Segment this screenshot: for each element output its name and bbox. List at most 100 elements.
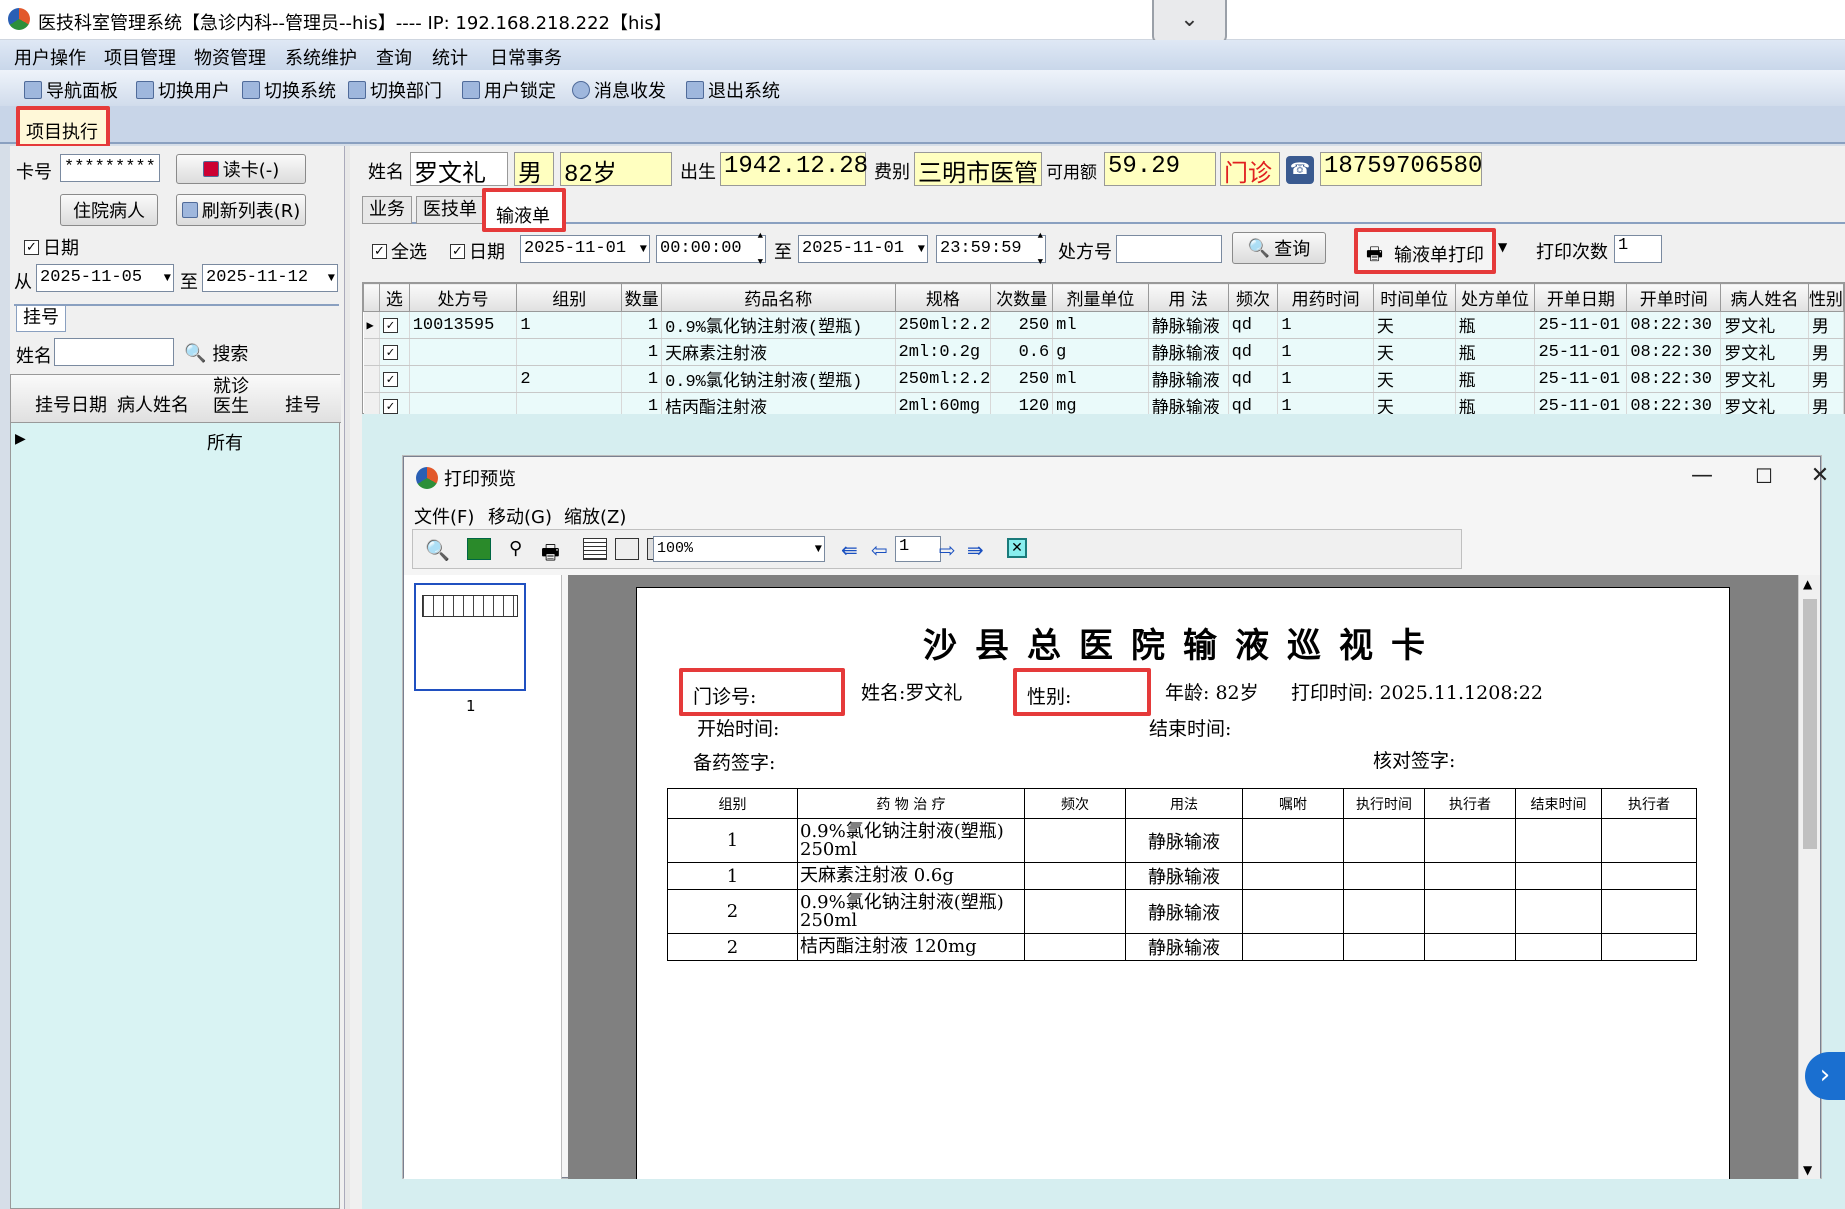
menu-system[interactable]: 系统维护 — [285, 44, 357, 70]
scroll-up-icon[interactable]: ▲ — [1803, 577, 1812, 591]
menu-stats[interactable]: 统计 — [432, 44, 468, 70]
col-group[interactable]: 组别 — [516, 283, 623, 312]
card-input[interactable]: ********* — [60, 154, 160, 182]
tab-infusion-orders[interactable]: 输液单 — [482, 188, 566, 232]
switch-dept-button[interactable]: 切换部门 — [348, 77, 442, 103]
cell: 0.9%氯化钠注射液(塑瓶) 250ml — [797, 818, 1025, 863]
print-count-input[interactable]: 1 — [1614, 235, 1662, 263]
filter-date-to[interactable]: 2025-11-01 ▼ — [798, 235, 928, 263]
col-order-time[interactable]: 开单时间 — [1626, 283, 1722, 312]
print-dropdown-icon[interactable]: ▼ — [1498, 240, 1507, 254]
col-doctor[interactable]: 就诊医生 — [207, 377, 255, 417]
scroll-down-icon[interactable]: ▼ — [1803, 1163, 1812, 1177]
exit-button[interactable]: 退出系统 — [686, 77, 780, 103]
preview-menu-zoom[interactable]: 缩放(Z) — [564, 503, 626, 529]
cell: 1 — [621, 311, 663, 339]
col-spec[interactable]: 规格 — [894, 283, 992, 312]
left-date-from[interactable]: 2025-11-05 ▼ — [36, 264, 174, 292]
nav-panel-button[interactable]: 导航面板 — [24, 77, 118, 103]
row-checkbox[interactable]: ✓ — [379, 365, 410, 393]
col-drug-name[interactable]: 药品名称 — [661, 283, 896, 312]
rx-no-input[interactable] — [1116, 235, 1222, 263]
side-expand-icon[interactable]: › — [1805, 1052, 1845, 1100]
filter-time-to[interactable]: 23:59:59 ▲ ▼ — [936, 231, 1046, 267]
col-reg-no[interactable]: 挂号 — [285, 391, 321, 417]
messages-button[interactable]: 消息收发 — [572, 77, 666, 103]
zoom-icon[interactable]: 🔍 — [425, 538, 450, 562]
left-date-checkbox[interactable]: ✓ 日期 — [24, 234, 79, 260]
col-dose-qty[interactable]: 次数量 — [990, 283, 1054, 312]
col-order-date[interactable]: 开单日期 — [1534, 283, 1628, 312]
menu-user-ops[interactable]: 用户操作 — [14, 44, 86, 70]
first-page-icon[interactable]: ⇚ — [841, 538, 865, 562]
col-rx-unit[interactable]: 处方单位 — [1454, 283, 1536, 312]
find-icon[interactable]: ⚲ — [509, 538, 533, 560]
cell: 2ml:0.2g — [895, 338, 992, 366]
last-page-icon[interactable]: ⇛ — [967, 538, 991, 562]
col-select[interactable]: 选 — [378, 283, 410, 312]
layout-icon[interactable] — [615, 538, 639, 560]
col-frequency[interactable]: 频次 — [1227, 283, 1279, 312]
page-thumbnail[interactable] — [414, 583, 526, 691]
col-patient-name[interactable]: 病人姓名 — [117, 391, 189, 417]
chevron-down-icon[interactable]: ⌄ — [1152, 0, 1227, 44]
col-usage[interactable]: 用 法 — [1147, 283, 1229, 312]
tab-registration[interactable]: 挂号 — [16, 306, 66, 332]
col-time-unit[interactable]: 时间单位 — [1372, 283, 1456, 312]
tab-project-exec[interactable]: 项目执行 — [16, 106, 110, 148]
infusion-print-button[interactable]: 🖶 输液单打印 — [1354, 228, 1496, 274]
col-reg-date[interactable]: 挂号日期 — [35, 391, 107, 417]
menu-daily[interactable]: 日常事务 — [490, 44, 562, 70]
row-checkbox[interactable]: ✓ — [379, 311, 410, 339]
switch-system-button[interactable]: 切换系统 — [242, 77, 336, 103]
col-gender[interactable]: 性别 — [1807, 283, 1845, 312]
row-all[interactable]: 所有 — [207, 429, 243, 455]
preview-menu-file[interactable]: 文件(F) — [414, 503, 474, 529]
menu-query[interactable]: 查询 — [376, 44, 412, 70]
maximize-button[interactable]: ☐ — [1734, 459, 1794, 495]
query-button[interactable]: 🔍 查询 — [1232, 232, 1326, 264]
doc-col-executor-2: 执行者 — [1601, 788, 1697, 819]
cell: 0.6 — [990, 338, 1054, 366]
read-card-button[interactable]: 读卡(-) — [176, 154, 306, 184]
cell: 天 — [1373, 338, 1456, 366]
refresh-list-button[interactable]: 刷新列表(R) — [176, 194, 306, 226]
menu-materials[interactable]: 物资管理 — [194, 44, 266, 70]
col-patient[interactable]: 病人姓名 — [1720, 283, 1809, 312]
main-tab-strip — [0, 106, 1845, 144]
page-setup-icon[interactable] — [583, 538, 607, 560]
doc-start-time: 开始时间: — [697, 718, 780, 740]
left-date-to[interactable]: 2025-11-12 ▼ — [202, 264, 338, 292]
user-lock-button[interactable]: 用户锁定 — [462, 77, 556, 103]
cell: 1 — [1277, 338, 1374, 366]
zoom-select[interactable]: 100% ▼ — [653, 536, 825, 562]
table-row[interactable]: ✓ 2 1 0.9%氯化钠注射液(塑瓶) 250ml:2.2 250 ml 静脉… — [363, 365, 1845, 393]
table-row[interactable]: ▶ ✓ 10013595 1 1 0.9%氯化钠注射液(塑瓶) 250ml:2.… — [363, 311, 1845, 339]
tab-business[interactable]: 业务 — [362, 196, 412, 224]
col-med-time[interactable]: 用药时间 — [1277, 283, 1374, 312]
filter-date-from[interactable]: 2025-11-01 ▼ — [520, 235, 650, 263]
row-checkbox[interactable]: ✓ — [379, 338, 410, 366]
next-page-icon[interactable]: ⇨ — [939, 538, 963, 562]
col-dose-unit[interactable]: 剂量单位 — [1052, 283, 1149, 312]
name-search-input[interactable] — [54, 338, 174, 366]
prev-page-icon[interactable]: ⇦ — [871, 538, 895, 562]
close-preview-icon[interactable]: ✕ — [1007, 538, 1027, 558]
select-all-checkbox[interactable]: ✓ 全选 — [372, 238, 427, 264]
col-rx-no[interactable]: 处方号 — [408, 283, 518, 312]
col-qty[interactable]: 数量 — [621, 283, 663, 312]
inpatient-button[interactable]: 住院病人 — [60, 194, 158, 226]
filter-time-from[interactable]: 00:00:00 ▲ ▼ — [656, 231, 766, 267]
minimize-button[interactable]: — — [1672, 459, 1732, 495]
menu-project[interactable]: 项目管理 — [104, 44, 176, 70]
tab-lab-orders[interactable]: 医技单 — [416, 196, 484, 224]
date-filter-checkbox[interactable]: ✓ 日期 — [450, 238, 505, 264]
close-button[interactable]: ✕ — [1790, 459, 1845, 495]
print-icon[interactable]: 🖶 — [541, 538, 565, 564]
page-number-input[interactable]: 1 — [895, 536, 941, 562]
table-row[interactable]: ✓ 1 天麻素注射液 2ml:0.2g 0.6 g 静脉输液 qd 1 天 瓶 … — [363, 338, 1845, 366]
switch-user-button[interactable]: 切换用户 — [136, 77, 230, 103]
save-icon[interactable] — [467, 538, 491, 560]
search-button[interactable]: 🔍 搜索 — [184, 340, 248, 366]
preview-menu-move[interactable]: 移动(G) — [488, 503, 552, 529]
